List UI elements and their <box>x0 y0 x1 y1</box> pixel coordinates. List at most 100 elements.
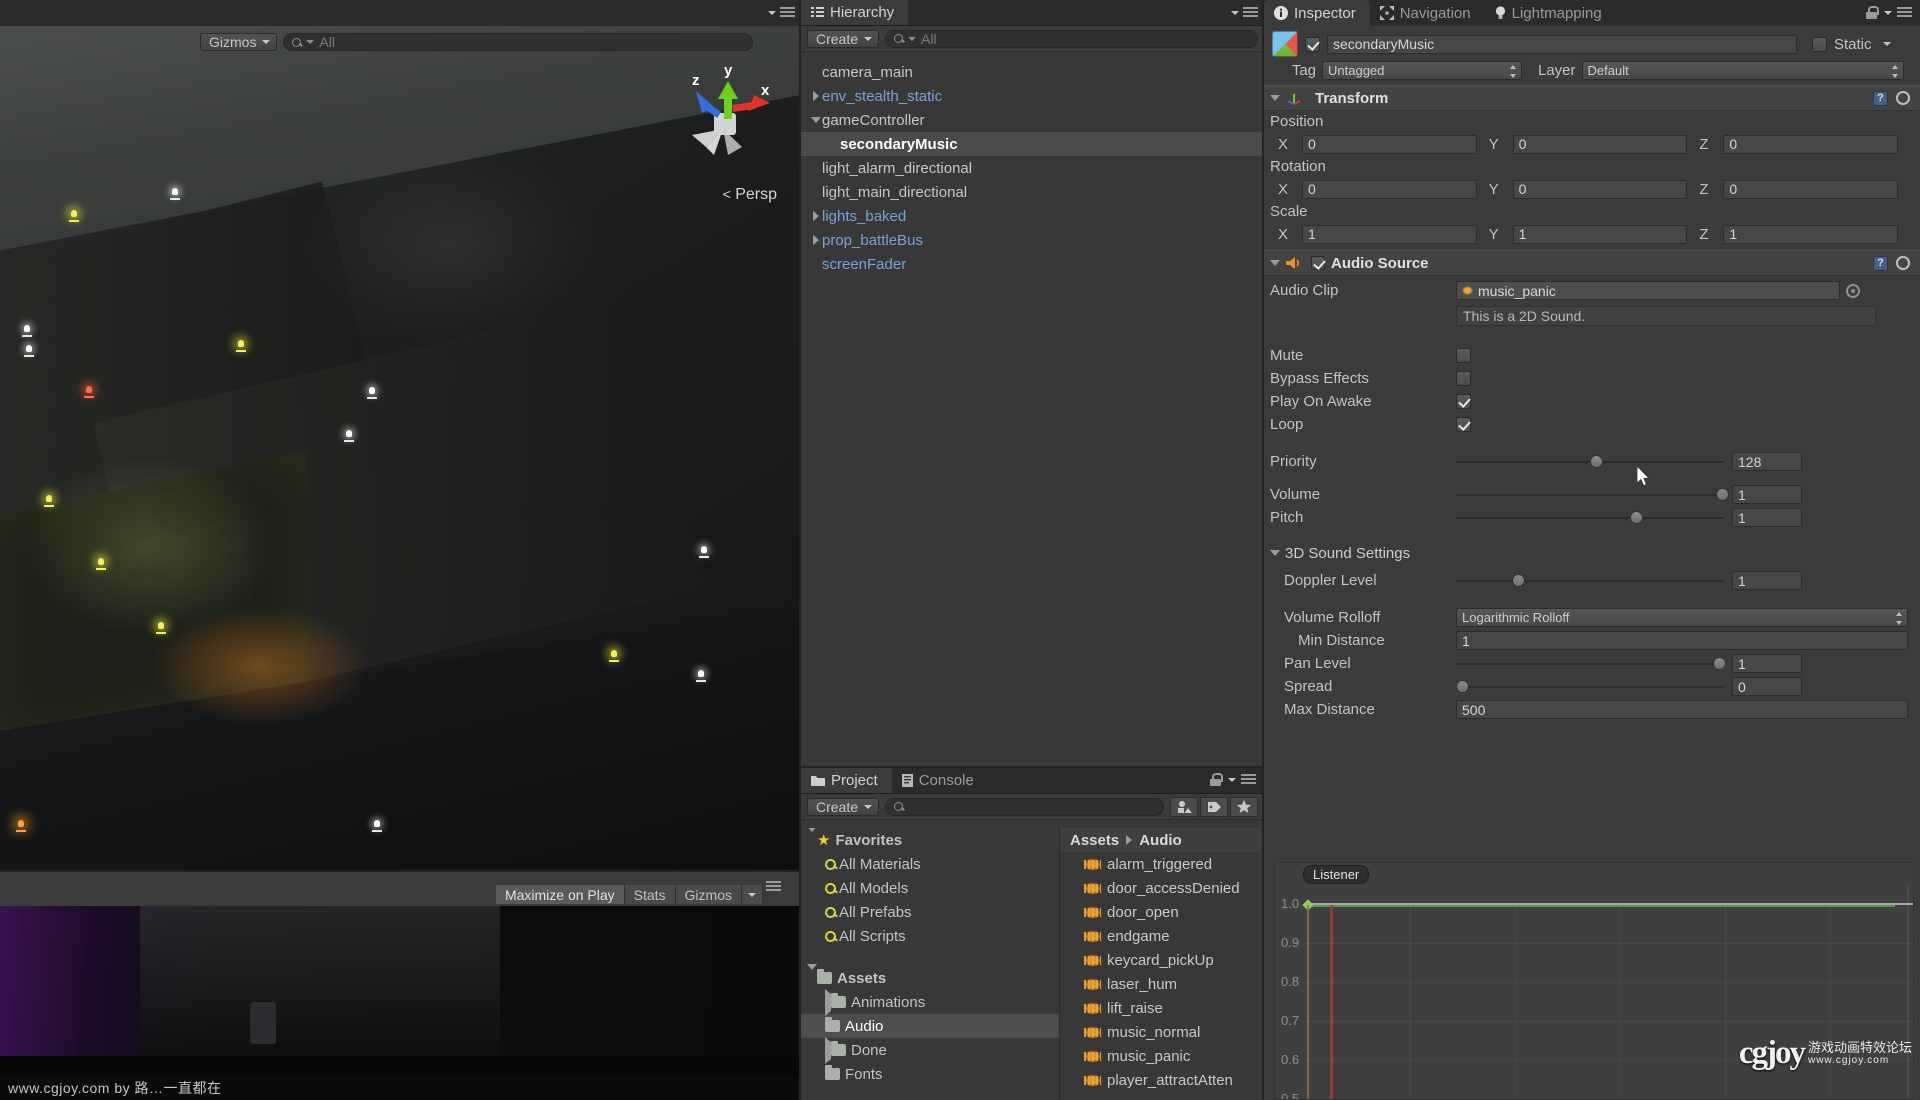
scene-light-gizmo[interactable] <box>368 816 386 834</box>
scene-view-menu-button[interactable] <box>768 7 795 19</box>
filter-by-type-button[interactable] <box>1170 796 1198 817</box>
project-tree-item-All Scripts[interactable]: All Scripts <box>801 924 1059 948</box>
asset-item-lift_raise[interactable]: lift_raise <box>1060 996 1264 1020</box>
asset-item-music_normal[interactable]: music_normal <box>1060 1020 1264 1044</box>
audio-priority-slider[interactable] <box>1456 452 1724 472</box>
audio-volume-value[interactable]: 1 <box>1732 485 1802 504</box>
transform-position-y-input[interactable]: 0 <box>1512 134 1688 154</box>
hierarchy-item-secondaryMusic[interactable]: secondaryMusic <box>801 132 1264 156</box>
audio-clip-objectfield[interactable]: music_panic <box>1456 281 1840 300</box>
breadcrumb[interactable]: Assets Audio <box>1060 828 1264 852</box>
maximize-on-play-button[interactable]: Maximize on Play <box>495 885 625 904</box>
project-search-input[interactable] <box>885 797 1164 816</box>
project-folder-tree[interactable]: ★ Favorites All Materials All Models All Pre… <box>801 828 1060 1100</box>
project-tree-item-Fonts[interactable]: Fonts <box>801 1062 1059 1086</box>
static-dropdown-icon[interactable] <box>1882 42 1891 46</box>
hierarchy-search-input[interactable]: All <box>885 29 1258 48</box>
asset-item-keycard_pickUp[interactable]: keycard_pickUp <box>1060 948 1264 972</box>
hierarchy-item-prop_battleBus[interactable]: prop_battleBus <box>801 228 1264 252</box>
hierarchy-item-env_stealth_static[interactable]: env_stealth_static <box>801 84 1264 108</box>
3d-settings-foldout-icon[interactable] <box>1270 550 1280 556</box>
tag-dropdown[interactable]: Untagged <box>1322 60 1522 80</box>
project-tree-item-Done[interactable]: Done <box>801 1036 1059 1064</box>
gear-icon[interactable] <box>1896 91 1910 105</box>
audio-volume-slider[interactable] <box>1456 485 1729 505</box>
asset-item-player_attractAtten[interactable]: player_attractAtten <box>1060 1068 1264 1092</box>
transform-rotation-z-input[interactable]: 0 <box>1723 179 1899 199</box>
breadcrumb-segment[interactable]: Assets <box>1070 832 1119 849</box>
3d-sound-settings-foldout[interactable]: 3D Sound Settings <box>1264 541 1920 565</box>
project-tree-item-Animations[interactable]: Animations <box>801 988 1059 1016</box>
project-tree-item-All Prefabs[interactable]: All Prefabs <box>801 900 1059 924</box>
chevron-expanded-icon[interactable] <box>807 828 817 849</box>
min-distance-input[interactable]: 1 <box>1456 631 1908 650</box>
vertical-splitter-hierarchy-inspector[interactable] <box>1262 0 1264 1100</box>
gameobject-enabled-checkbox[interactable] <box>1305 36 1320 52</box>
static-checkbox[interactable] <box>1812 36 1827 52</box>
scene-light-gizmo[interactable] <box>152 618 170 636</box>
doppler-level-value[interactable]: 1 <box>1732 571 1802 590</box>
scene-light-gizmo[interactable] <box>65 206 83 224</box>
tab-inspector[interactable]: Inspector <box>1264 0 1370 26</box>
project-tree-item-Assets[interactable]: Assets <box>801 963 1059 990</box>
audio-priority-value[interactable]: 128 <box>1732 452 1802 471</box>
chevron-expanded-icon[interactable] <box>809 117 822 123</box>
chevron-expanded-icon[interactable] <box>807 963 817 987</box>
chevron-collapsed-icon[interactable] <box>809 235 822 245</box>
game-gizmos-dropdown[interactable] <box>742 885 763 904</box>
gameobject-name-input[interactable]: secondaryMusic <box>1327 34 1797 54</box>
layer-dropdown[interactable]: Default <box>1581 60 1904 80</box>
hierarchy-item-camera_main[interactable]: camera_main <box>801 60 1264 84</box>
transform-scale-z-input[interactable]: 1 <box>1723 224 1899 244</box>
asset-item-door_accessDenied[interactable]: door_accessDenied <box>1060 876 1264 900</box>
scene-light-gizmo[interactable] <box>695 542 713 560</box>
spread-slider[interactable] <box>1456 677 1724 697</box>
hierarchy-item-light_main_directional[interactable]: light_main_directional <box>801 180 1264 204</box>
hierarchy-tree[interactable]: camera_main env_stealth_static gameControl… <box>801 60 1264 768</box>
audiosource-foldout-icon[interactable] <box>1270 260 1280 266</box>
pan-level-slider[interactable] <box>1456 654 1727 674</box>
doppler-level-slider[interactable] <box>1456 571 1724 591</box>
inspector-menu-button[interactable] <box>1884 6 1912 19</box>
scene-light-gizmo[interactable] <box>12 816 30 834</box>
play-on-awake-checkbox[interactable] <box>1456 394 1471 409</box>
scene-light-gizmo[interactable] <box>692 666 710 684</box>
chevron-collapsed-icon[interactable] <box>809 91 822 101</box>
project-tree-item-Audio[interactable]: Audio <box>801 1014 1059 1038</box>
breadcrumb-segment[interactable]: Audio <box>1139 832 1182 849</box>
inspector-lock-icon[interactable] <box>1866 6 1879 19</box>
asset-item-door_open[interactable]: door_open <box>1060 900 1264 924</box>
audio-pitch-slider[interactable] <box>1456 508 1724 528</box>
hierarchy-item-lights_baked[interactable]: lights_baked <box>801 204 1264 228</box>
scene-search-input[interactable]: All <box>283 33 754 51</box>
transform-foldout-icon[interactable] <box>1270 95 1280 101</box>
scene-light-gizmo[interactable] <box>92 554 110 572</box>
bypass-effects-checkbox[interactable] <box>1456 371 1471 386</box>
loop-checkbox[interactable] <box>1456 417 1471 432</box>
scene-light-gizmo[interactable] <box>40 491 58 509</box>
gizmos-dropdown-button[interactable]: Gizmos <box>200 33 278 51</box>
favorites-filter-button[interactable] <box>1230 796 1258 817</box>
volume-rolloff-dropdown[interactable]: Logarithmic Rolloff <box>1456 608 1908 627</box>
pan-level-value[interactable]: 1 <box>1732 654 1802 673</box>
transform-rotation-y-input[interactable]: 0 <box>1512 179 1688 199</box>
audiosource-component-header[interactable]: Audio Source ? <box>1264 250 1920 276</box>
tab-project[interactable]: Project <box>801 767 892 793</box>
help-icon[interactable]: ? <box>1873 90 1888 106</box>
max-distance-input[interactable]: 500 <box>1456 700 1908 719</box>
transform-position-x-input[interactable]: 0 <box>1302 134 1477 154</box>
chevron-collapsed-icon[interactable] <box>809 211 822 221</box>
vertical-splitter-scene-hierarchy[interactable] <box>799 0 801 1100</box>
game-gizmos-button[interactable]: Gizmos <box>675 885 742 904</box>
scene-light-gizmo[interactable] <box>232 336 250 354</box>
gear-icon[interactable] <box>1896 256 1910 270</box>
audio-clip-picker-button[interactable] <box>1846 283 1860 298</box>
tab-console[interactable]: Console <box>892 767 988 793</box>
lock-icon[interactable] <box>1210 773 1223 786</box>
asset-item-music_panic[interactable]: music_panic <box>1060 1044 1264 1068</box>
horizontal-splitter-hierarchy-project[interactable] <box>801 766 1264 768</box>
mute-checkbox[interactable] <box>1456 348 1471 363</box>
scene-light-gizmo[interactable] <box>20 341 38 359</box>
asset-item-alarm_triggered[interactable]: alarm_triggered <box>1060 852 1264 876</box>
scene-light-gizmo[interactable] <box>18 321 36 339</box>
